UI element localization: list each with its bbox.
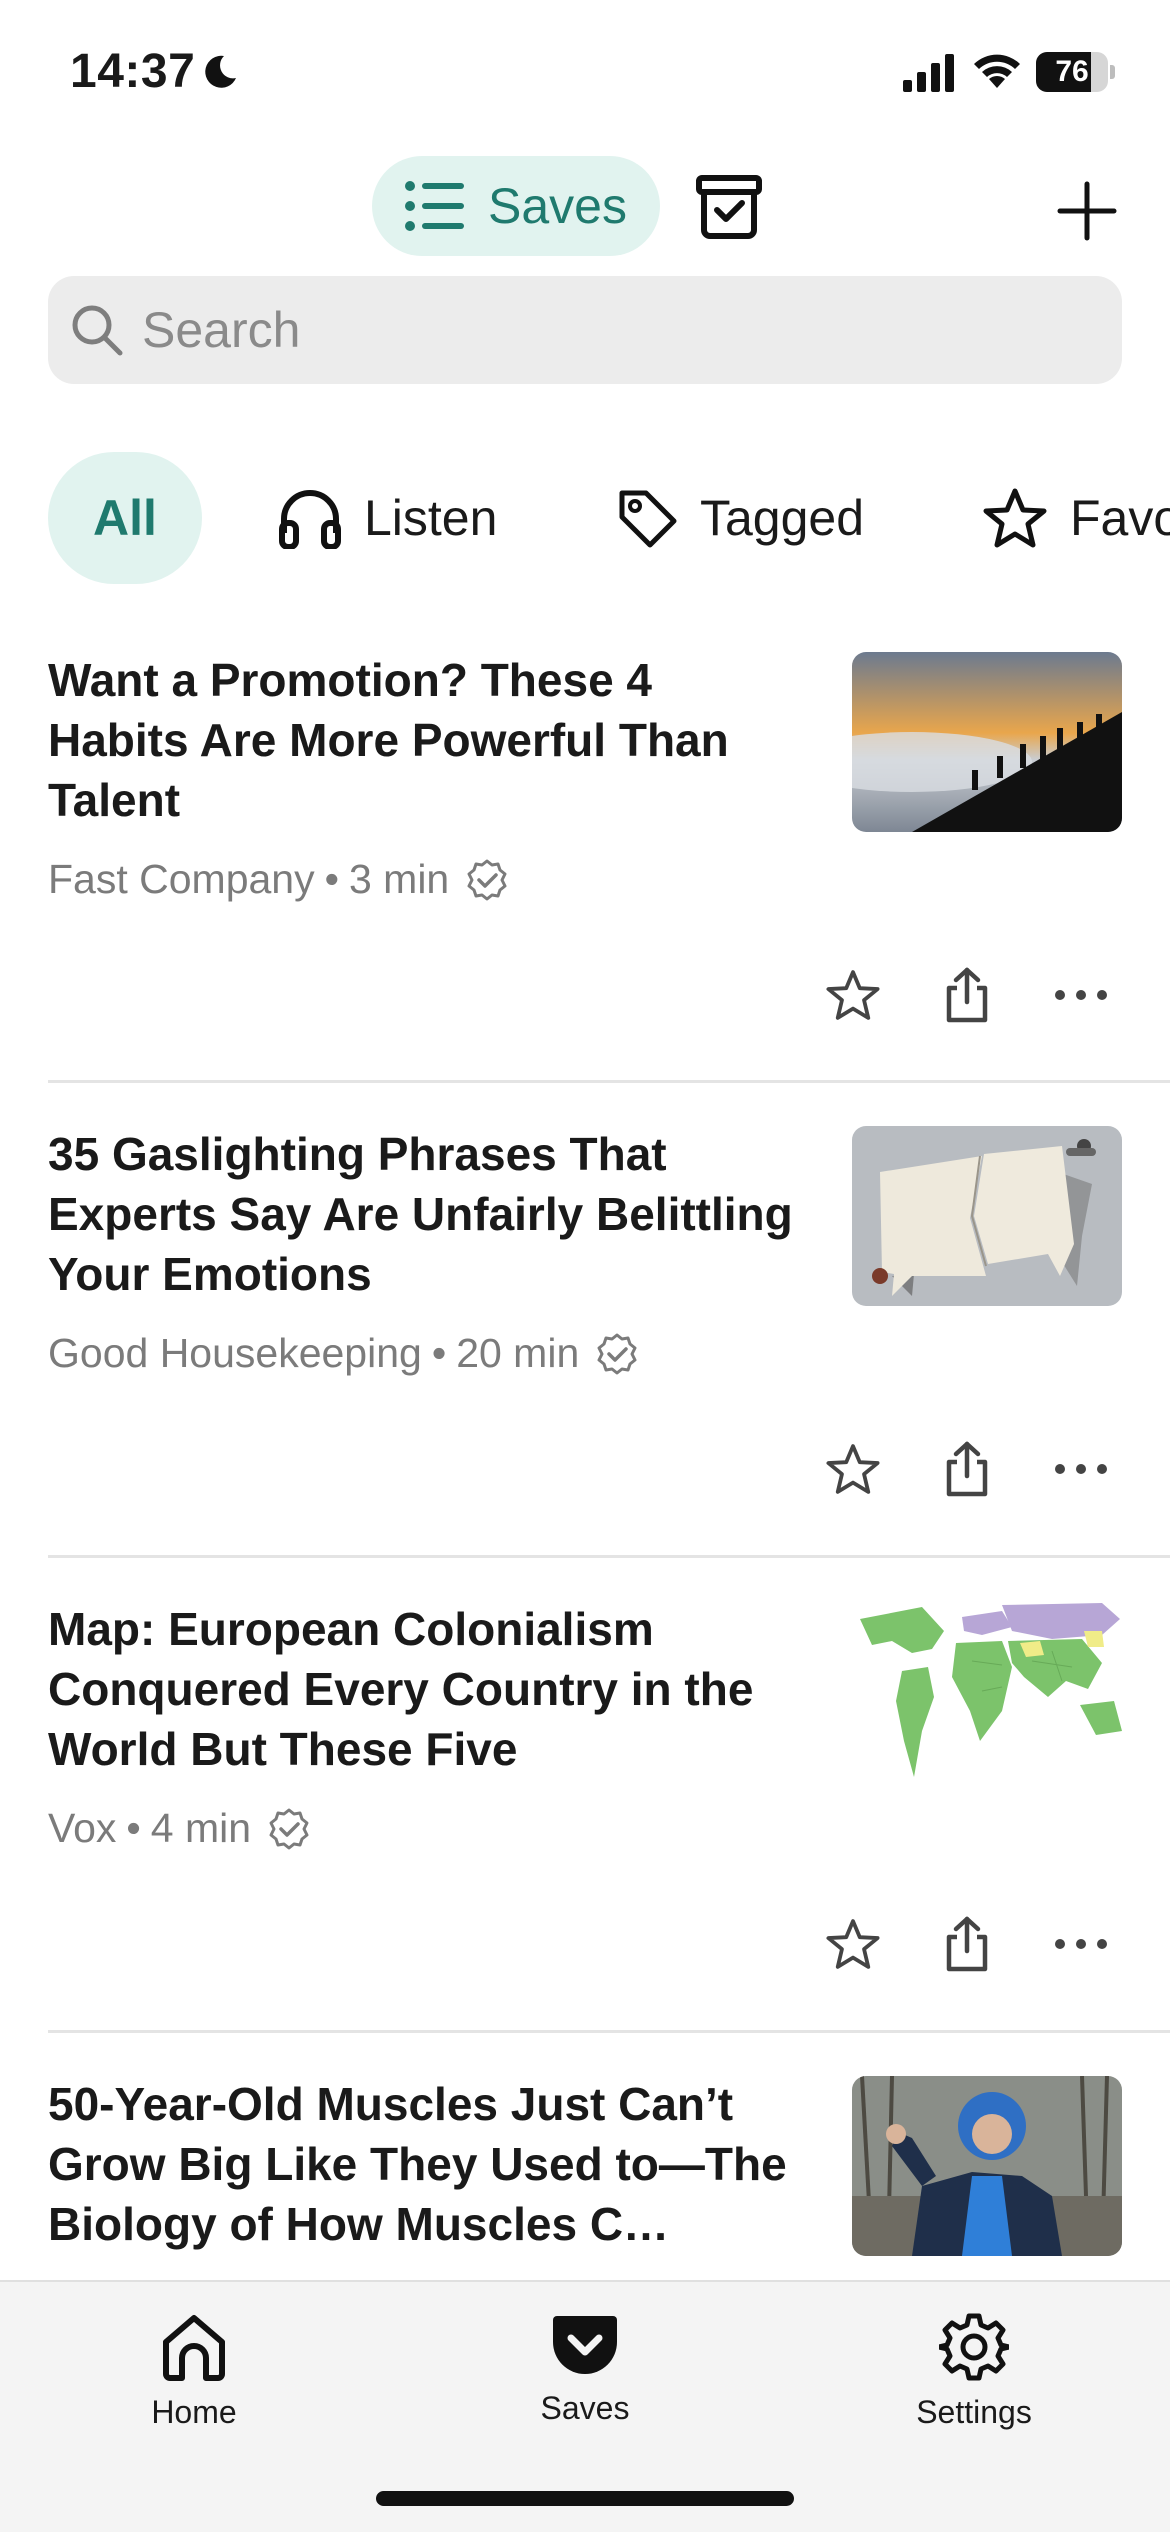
tag-icon <box>619 490 677 548</box>
search-icon <box>72 305 123 356</box>
tab-home-label: Home <box>151 2394 237 2430</box>
star-icon <box>826 1444 880 1494</box>
share-icon <box>946 967 988 1023</box>
favorite-button[interactable] <box>818 960 888 1030</box>
favorite-button[interactable] <box>818 1434 888 1504</box>
article-thumbnail <box>852 1126 1122 1306</box>
article-source: Vox <box>48 1805 117 1851</box>
more-options-button[interactable] <box>1046 960 1116 1030</box>
status-time: 14:37 <box>70 45 196 98</box>
more-horizontal-icon <box>1055 1464 1107 1474</box>
article-meta: Good Housekeeping • 20 min <box>48 1330 639 1377</box>
filter-listen-label: Listen <box>364 490 498 546</box>
filter-tagged-chip[interactable]: Tagged <box>616 452 864 584</box>
star-icon <box>826 1919 880 1969</box>
battery-level: 76 <box>1055 55 1089 88</box>
filter-chips: All Listen Tagged Favorites <box>48 452 1170 584</box>
filter-favorites-label: Favorites <box>1070 490 1170 546</box>
search-input[interactable] <box>142 301 1042 359</box>
more-options-button[interactable] <box>1046 1434 1116 1504</box>
tab-settings-label: Settings <box>916 2394 1032 2430</box>
home-indicator <box>376 2491 794 2506</box>
divider <box>48 1080 1170 1083</box>
filter-tagged-label: Tagged <box>700 490 865 546</box>
moon-icon <box>205 55 236 88</box>
article-meta: Vox • 4 min <box>48 1805 311 1852</box>
cellular-signal-icon <box>903 54 954 92</box>
share-button[interactable] <box>932 1909 1002 1979</box>
favorite-button[interactable] <box>818 1909 888 1979</box>
article-title[interactable]: 50-Year-Old Muscles Just Can’t Grow Big … <box>48 2074 798 2254</box>
article-source: Good Housekeeping <box>48 1330 422 1376</box>
search-bar[interactable] <box>48 276 1122 384</box>
saves-tab-label: Saves <box>488 178 627 234</box>
gear-icon <box>939 2313 1009 2381</box>
verified-badge-icon <box>269 1808 309 1849</box>
article-title[interactable]: 35 Gaslighting Phrases That Experts Say … <box>48 1124 798 1304</box>
share-icon <box>946 1441 988 1497</box>
bottom-tab-bar: Home Saves Settings <box>0 2280 1170 2532</box>
battery-indicator: 76 <box>1036 52 1115 92</box>
plus-icon[interactable] <box>1052 176 1122 246</box>
filter-all-label: All <box>93 490 157 546</box>
article-card[interactable]: Map: European Colonialism Conquered Ever… <box>48 1599 1170 2073</box>
verified-badge-icon <box>467 859 507 900</box>
article-actions <box>818 1434 1148 1504</box>
article-meta: Fast Company • 3 min <box>48 856 509 903</box>
more-options-button[interactable] <box>1046 1909 1116 1979</box>
verified-badge-icon <box>597 1333 637 1374</box>
more-horizontal-icon <box>1055 1939 1107 1949</box>
share-icon <box>946 1916 988 1972</box>
home-icon <box>163 2315 225 2381</box>
article-read-time: 20 min <box>456 1330 580 1376</box>
article-actions <box>818 1909 1148 1979</box>
article-thumbnail <box>852 1601 1122 1781</box>
article-card[interactable]: 35 Gaslighting Phrases That Experts Say … <box>48 1124 1170 1598</box>
star-icon <box>983 488 1047 548</box>
list-icon <box>405 181 464 231</box>
divider <box>48 1555 1170 1558</box>
pocket-saves-icon <box>553 2316 617 2374</box>
article-title[interactable]: Want a Promotion? These 4 Habits Are Mor… <box>48 650 798 830</box>
tab-settings[interactable]: Settings <box>854 2302 1094 2452</box>
saves-tab-button[interactable]: Saves <box>372 156 660 256</box>
article-read-time: 3 min <box>348 856 450 902</box>
filter-favorites-chip[interactable]: Favorites <box>982 452 1170 584</box>
archive-icon[interactable] <box>694 172 764 242</box>
tab-home[interactable]: Home <box>74 2302 314 2452</box>
headphones-icon <box>279 490 341 549</box>
tab-saves-label: Saves <box>540 2390 630 2426</box>
article-source: Fast Company <box>48 856 315 902</box>
share-button[interactable] <box>932 1434 1002 1504</box>
filter-all-chip[interactable]: All <box>48 452 202 584</box>
share-button[interactable] <box>932 960 1002 1030</box>
wifi-icon <box>974 54 1020 88</box>
article-thumbnail <box>852 2076 1122 2256</box>
article-thumbnail <box>852 652 1122 832</box>
article-card[interactable]: 50-Year-Old Muscles Just Can’t Grow Big … <box>48 2074 1170 2280</box>
tab-saves[interactable]: Saves <box>465 2302 705 2452</box>
article-actions <box>818 960 1148 1030</box>
article-title[interactable]: Map: European Colonialism Conquered Ever… <box>48 1599 798 1779</box>
divider <box>48 2030 1170 2033</box>
status-bar: 14:37 76 <box>0 0 1170 150</box>
more-horizontal-icon <box>1055 990 1107 1000</box>
filter-listen-chip[interactable]: Listen <box>278 452 497 584</box>
article-card[interactable]: Want a Promotion? These 4 Habits Are Mor… <box>48 650 1170 1124</box>
article-read-time: 4 min <box>150 1805 252 1851</box>
star-icon <box>826 970 880 1020</box>
